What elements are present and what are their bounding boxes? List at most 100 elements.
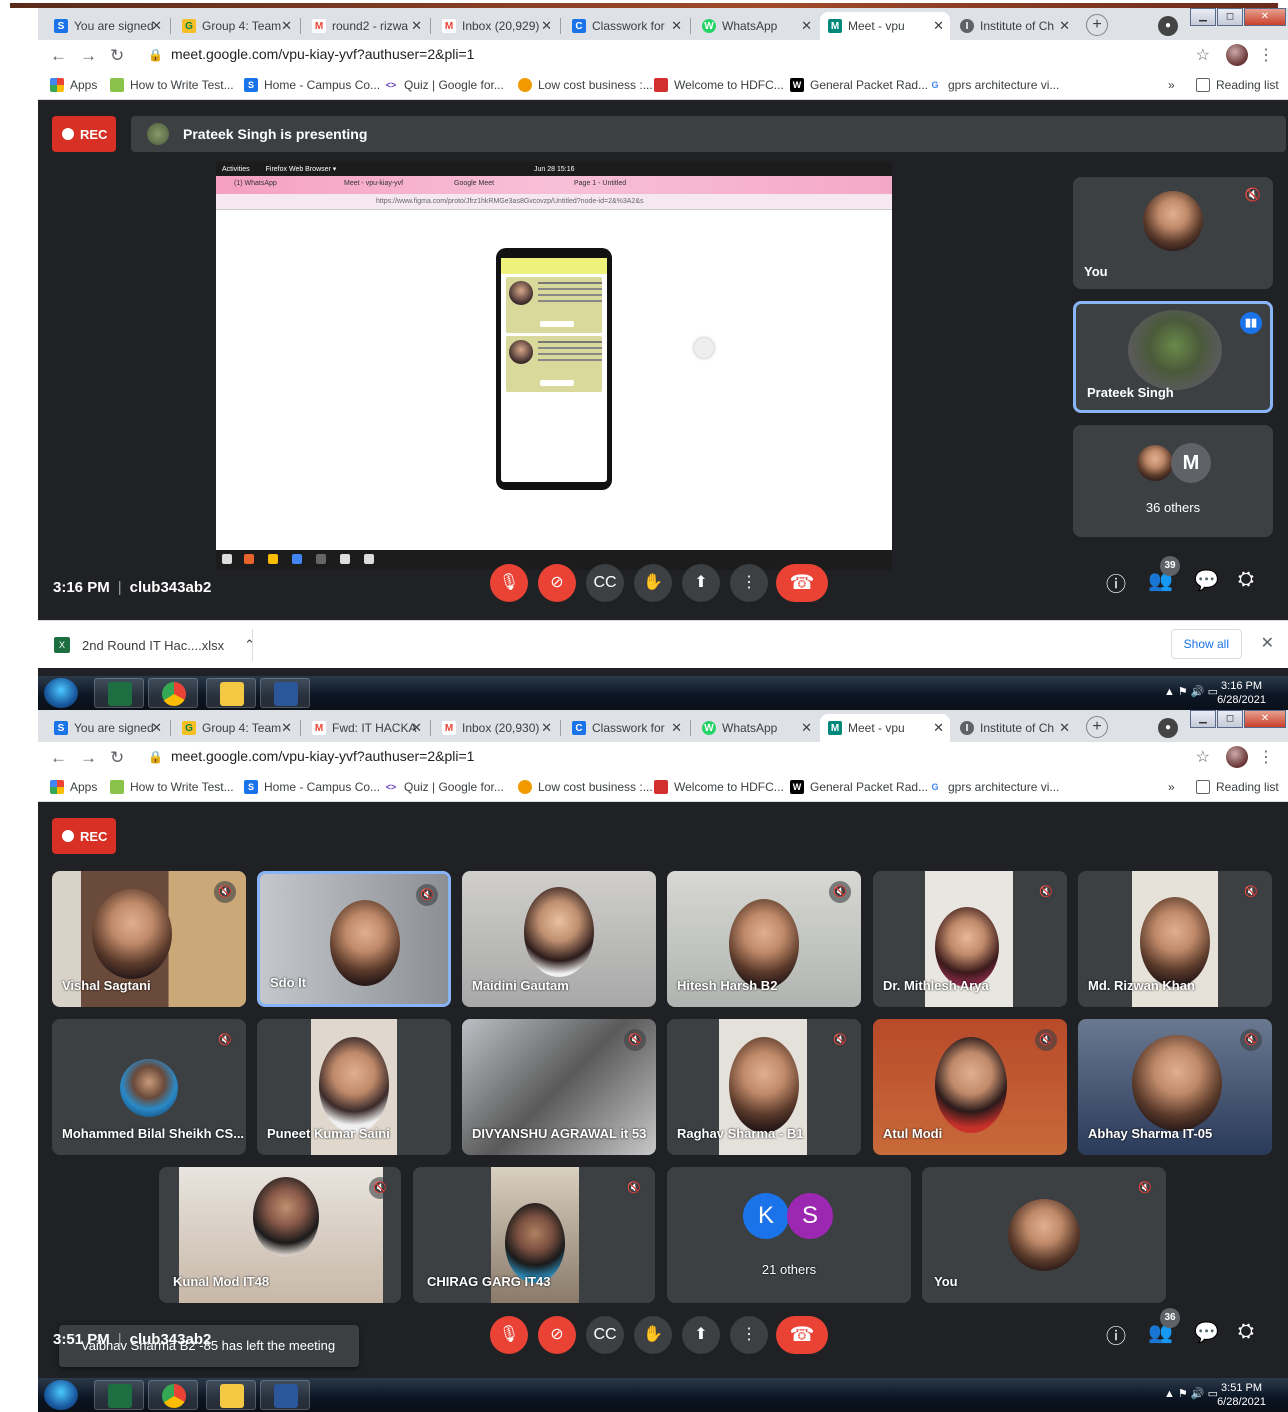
people-icon[interactable]: 👥 36 <box>1148 1308 1180 1345</box>
bookmark-3[interactable]: <> Quiz | Google for... <box>384 78 504 92</box>
close-icon[interactable]: ✕ <box>281 18 292 34</box>
explorer-taskbar-button[interactable] <box>206 678 256 708</box>
close-icon[interactable]: ✕ <box>411 18 422 34</box>
back-icon[interactable]: ← <box>50 46 67 66</box>
participant-tile[interactable]: 🔇 Abhay Sharma IT-05 <box>1078 1019 1272 1155</box>
bookmark-overflow[interactable]: » <box>1168 78 1175 92</box>
bookmark-6[interactable]: W General Packet Rad... <box>790 78 928 92</box>
bookmark-star-icon[interactable]: ☆ <box>1196 45 1210 65</box>
minimize-button[interactable]: ▁ <box>1190 8 1216 26</box>
bookmark-7[interactable]: Ggprs architecture vi... <box>928 78 1059 92</box>
show-all-button[interactable]: Show all <box>1170 629 1242 659</box>
tab-1[interactable]: S You are signed ✕ <box>46 12 168 40</box>
bookmark-3[interactable]: <> Quiz | Google for... <box>384 780 504 794</box>
forward-icon[interactable]: → <box>80 46 97 66</box>
bookmark-apps[interactable]: Apps <box>50 78 97 92</box>
captions-button[interactable]: CC <box>586 1316 624 1354</box>
close-icon[interactable]: ✕ <box>671 720 682 736</box>
participant-tile[interactable]: 🔇 Md. Rizwan Khan <box>1078 871 1272 1007</box>
people-icon[interactable]: 👥 39 <box>1148 556 1180 593</box>
explorer-taskbar-button[interactable] <box>206 1380 256 1410</box>
reading-list[interactable]: Reading list <box>1196 78 1279 92</box>
reload-icon[interactable]: ↻ <box>110 46 124 66</box>
close-icon[interactable]: ✕ <box>671 18 682 34</box>
excel-taskbar-button[interactable] <box>94 678 144 708</box>
bookmark-4[interactable]: Low cost business :... <box>518 780 653 794</box>
activities-icon[interactable]: ⛭ <box>1238 568 1254 591</box>
close-window-button[interactable]: ✕ <box>1244 8 1286 26</box>
tab-5[interactable]: C Classwork for ✕ <box>564 12 688 40</box>
bookmark-7[interactable]: Ggprs architecture vi... <box>928 780 1059 794</box>
bookmark-2[interactable]: S Home - Campus Co... <box>244 78 380 92</box>
participant-tile[interactable]: 🔇 Kunal Mod IT48 <box>159 1167 401 1303</box>
url-field[interactable]: 🔒 meet.google.com/vpu-kiay-yvf?authuser=2… <box>148 748 474 764</box>
word-taskbar-button[interactable] <box>260 1380 310 1410</box>
download-item[interactable]: X 2nd Round IT Hac....xlsx ⌃ <box>54 637 255 653</box>
more-options-button[interactable]: ⋮ <box>730 1316 768 1354</box>
reading-list[interactable]: Reading list <box>1196 780 1279 794</box>
close-window-button[interactable]: ✕ <box>1244 710 1286 728</box>
bookmark-5[interactable]: Welcome to HDFC... <box>654 78 784 92</box>
close-icon[interactable]: ✕ <box>801 720 812 736</box>
bookmark-6[interactable]: W General Packet Rad... <box>790 780 928 794</box>
start-button[interactable] <box>44 678 78 708</box>
activities-icon[interactable]: ⛭ <box>1238 1320 1254 1343</box>
present-button[interactable]: ⬆ <box>682 1316 720 1354</box>
tile-prateek-singh[interactable]: ▮▮ Prateek Singh <box>1073 301 1273 413</box>
url-field[interactable]: 🔒 meet.google.com/vpu-kiay-yvf?authuser=2… <box>148 46 474 62</box>
close-icon[interactable]: ✕ <box>933 18 944 34</box>
tab-2[interactable]: G Group 4: Team ✕ <box>174 714 298 742</box>
tab-2[interactable]: G Group 4: Team ✕ <box>174 12 298 40</box>
close-icon[interactable]: ✕ <box>411 720 422 736</box>
participant-tile[interactable]: 🔇 Raghav Sharma - B1 <box>667 1019 861 1155</box>
new-tab-button[interactable]: + <box>1086 716 1108 738</box>
participant-tile[interactable]: 🔇 Dr. Mithlesh Arya <box>873 871 1067 1007</box>
participant-tile[interactable]: 🔇 Atul Modi <box>873 1019 1067 1155</box>
participant-tile[interactable]: 🔇 CHIRAG GARG IT43 <box>413 1167 655 1303</box>
more-options-button[interactable]: ⋮ <box>730 564 768 602</box>
tab-4[interactable]: M Inbox (20,930) ✕ <box>434 714 558 742</box>
tab-8[interactable]: I Institute of Ch ✕ <box>952 714 1076 742</box>
account-avatar[interactable] <box>1226 746 1248 768</box>
participant-tile[interactable]: Maidini Gautam <box>462 871 656 1007</box>
tab-8[interactable]: I Institute of Ch ✕ <box>952 12 1076 40</box>
bookmark-apps[interactable]: Apps <box>50 780 97 794</box>
minimize-button[interactable]: ▁ <box>1190 710 1216 728</box>
bookmark-star-icon[interactable]: ☆ <box>1196 747 1210 767</box>
back-icon[interactable]: ← <box>50 748 67 768</box>
close-icon[interactable]: ✕ <box>933 720 944 736</box>
tab-1[interactable]: S You are signed ✕ <box>46 714 168 742</box>
chat-icon[interactable]: 💬 <box>1194 568 1219 593</box>
bookmark-1[interactable]: How to Write Test... <box>110 78 234 92</box>
profile-icon[interactable]: ● <box>1158 718 1178 738</box>
forward-icon[interactable]: → <box>80 748 97 768</box>
tab-3[interactable]: M Fwd: IT HACKA ✕ <box>304 714 428 742</box>
leave-call-button[interactable]: ☎ <box>776 564 828 602</box>
chrome-taskbar-button[interactable] <box>148 1380 198 1410</box>
close-icon[interactable]: ✕ <box>1261 633 1274 653</box>
chrome-taskbar-button[interactable] <box>148 678 198 708</box>
participant-tile[interactable]: 🔇 Vishal Sagtani <box>52 871 246 1007</box>
close-icon[interactable]: ✕ <box>1059 720 1070 736</box>
leave-call-button[interactable]: ☎ <box>776 1316 828 1354</box>
tab-7-active[interactable]: M Meet - vpu ✕ <box>820 12 950 40</box>
tile-others[interactable]: M 36 others <box>1073 425 1273 537</box>
tab-4[interactable]: M Inbox (20,929) ✕ <box>434 12 558 40</box>
tab-7-active[interactable]: M Meet - vpu ✕ <box>820 714 950 742</box>
mic-toggle-button[interactable]: 🎙 <box>490 564 528 602</box>
bookmark-1[interactable]: How to Write Test... <box>110 780 234 794</box>
tab-5[interactable]: C Classwork for ✕ <box>564 714 688 742</box>
participant-tile[interactable]: Puneet Kumar Saini <box>257 1019 451 1155</box>
camera-toggle-button[interactable]: ⊘ <box>538 564 576 602</box>
close-icon[interactable]: ✕ <box>151 720 162 736</box>
raise-hand-button[interactable]: ✋ <box>634 1316 672 1354</box>
tab-6[interactable]: W WhatsApp ✕ <box>694 12 818 40</box>
tile-you[interactable]: 🔇 You <box>922 1167 1166 1303</box>
close-icon[interactable]: ✕ <box>1059 18 1070 34</box>
bookmark-5[interactable]: Welcome to HDFC... <box>654 780 784 794</box>
profile-icon[interactable]: ● <box>1158 16 1178 36</box>
chevron-up-icon[interactable]: ⌃ <box>244 637 255 653</box>
bookmark-2[interactable]: S Home - Campus Co... <box>244 780 380 794</box>
account-avatar[interactable] <box>1226 44 1248 66</box>
captions-button[interactable]: CC <box>586 564 624 602</box>
